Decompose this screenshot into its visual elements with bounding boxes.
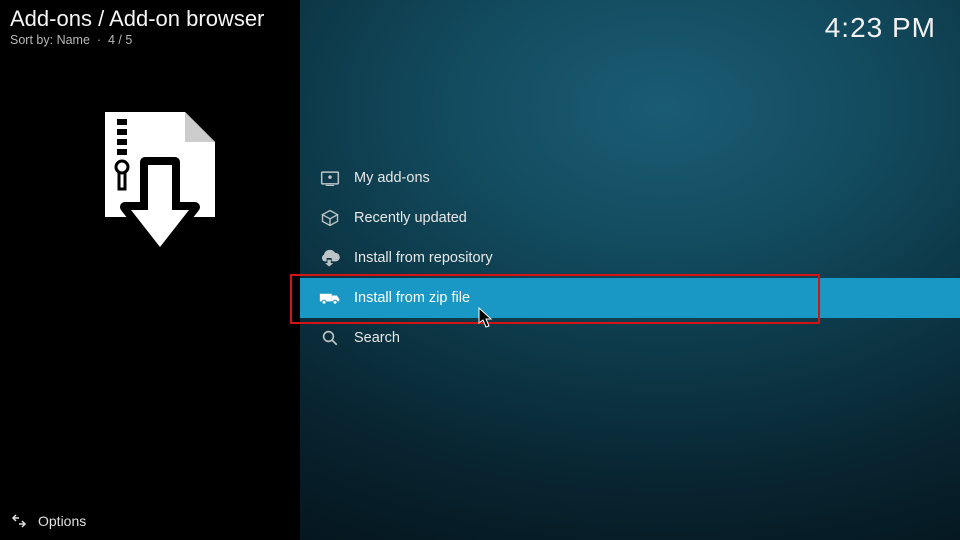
clock: 4:23 PM bbox=[825, 12, 936, 44]
main-panel: 4:23 PM My add-ons Recently bbox=[300, 0, 960, 540]
subtitle: Sort by: Name · 4 / 5 bbox=[10, 33, 290, 47]
menu-label: Recently updated bbox=[354, 210, 467, 226]
menu-item-my-addons[interactable]: My add-ons bbox=[300, 158, 960, 198]
sidebar: Add-ons / Add-on browser Sort by: Name ·… bbox=[0, 0, 300, 540]
header: Add-ons / Add-on browser Sort by: Name ·… bbox=[0, 0, 300, 47]
menu-item-search[interactable]: Search bbox=[300, 318, 960, 358]
grid-icon bbox=[316, 170, 344, 186]
menu-label: Install from zip file bbox=[354, 290, 470, 306]
options-button[interactable]: Options bbox=[10, 512, 86, 530]
sort-label: Sort by: bbox=[10, 33, 53, 47]
menu-item-install-zip[interactable]: Install from zip file bbox=[300, 278, 960, 318]
zip-truck-icon bbox=[316, 290, 344, 306]
search-icon bbox=[316, 329, 344, 347]
menu-item-install-repository[interactable]: Install from repository bbox=[300, 238, 960, 278]
title-sep: / bbox=[92, 6, 109, 31]
options-icon bbox=[10, 512, 28, 530]
list-position: 4 / 5 bbox=[108, 33, 132, 47]
menu-label: My add-ons bbox=[354, 170, 430, 186]
box-icon bbox=[316, 208, 344, 228]
options-label: Options bbox=[38, 513, 86, 529]
menu-item-recently-updated[interactable]: Recently updated bbox=[300, 198, 960, 238]
install-zip-icon bbox=[75, 107, 225, 267]
title-prefix: Add-ons bbox=[10, 6, 92, 31]
cloud-download-icon bbox=[316, 249, 344, 267]
page-title: Add-ons / Add-on browser bbox=[10, 6, 290, 32]
menu-label: Search bbox=[354, 330, 400, 346]
title-section: Add-on browser bbox=[109, 6, 264, 31]
menu-label: Install from repository bbox=[354, 250, 493, 266]
menu-list: My add-ons Recently updated Install f bbox=[300, 158, 960, 358]
sort-value: Name bbox=[57, 33, 90, 47]
